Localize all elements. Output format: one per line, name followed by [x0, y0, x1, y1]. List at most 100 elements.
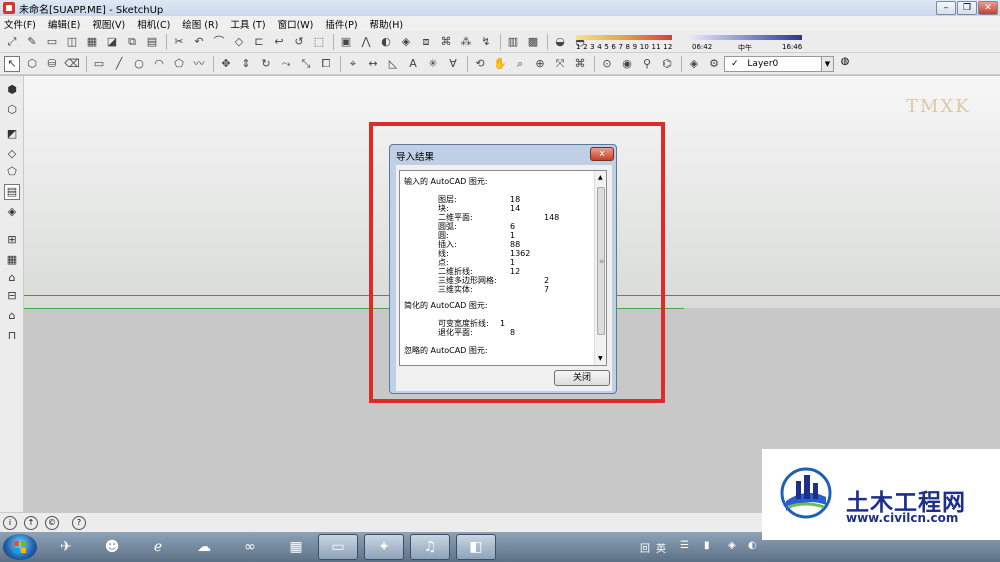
menu-file[interactable]: 文件(F) — [4, 17, 36, 31]
menu-tools[interactable]: 工具 (T) — [230, 17, 265, 31]
taskbar-plugin-icon[interactable]: ✦ — [364, 534, 404, 560]
xray-icon[interactable]: ◈ — [686, 56, 702, 72]
help-icon[interactable]: ? — [72, 516, 86, 530]
plugin-tool-14-icon[interactable]: ↩ — [271, 34, 287, 50]
plugin-tool-26-icon[interactable]: ▩ — [525, 34, 541, 50]
rectangle-tool-icon[interactable]: ▭ — [91, 56, 107, 72]
tray-settings-icon[interactable]: ◈ — [728, 540, 736, 551]
tray-language[interactable]: 英 — [656, 540, 666, 555]
geo-location-icon[interactable]: ↑ — [24, 516, 38, 530]
axes-tool-icon[interactable]: ✳ — [425, 56, 441, 72]
circle-tool-icon[interactable]: ○ — [131, 56, 147, 72]
front-view-icon[interactable]: ◩ — [4, 126, 20, 142]
shadow-toggle-icon[interactable]: ◒ — [552, 34, 568, 50]
polygon-tool-icon[interactable]: ⬠ — [171, 56, 187, 72]
plugin-tool-25-icon[interactable]: ▥ — [505, 34, 521, 50]
plugin-tool-24-icon[interactable]: ↯ — [478, 34, 494, 50]
plugin-tool-22-icon[interactable]: ⌘ — [438, 34, 454, 50]
text-tool-icon[interactable]: A — [405, 56, 421, 72]
tape-measure-icon[interactable]: ⌖ — [345, 56, 361, 72]
plugin-tool-16-icon[interactable]: ⬚ — [311, 34, 327, 50]
taskbar-video-icon[interactable]: ▦ — [276, 534, 316, 560]
back-view-icon[interactable]: ⬠ — [4, 164, 20, 180]
zoom-extents-icon[interactable]: ⤧ — [552, 56, 568, 72]
select-tool-icon[interactable]: ↖ — [4, 55, 20, 72]
menu-camera[interactable]: 相机(C) — [137, 17, 170, 31]
look-around-icon[interactable]: ◉ — [619, 56, 635, 72]
chevron-down-icon[interactable]: ▼ — [821, 57, 833, 71]
taskbar-ie-icon[interactable]: ℯ — [138, 534, 178, 560]
month-slider[interactable] — [576, 35, 672, 40]
zoom-tool-icon[interactable]: ⌕ — [512, 56, 528, 72]
shadow-settings[interactable]: 1 2 3 4 5 6 7 8 9 10 11 12 06:42 中午 16:4… — [576, 33, 802, 53]
taskbar-sync-icon[interactable]: ∞ — [230, 534, 270, 560]
zoom-window-icon[interactable]: ⊕ — [532, 56, 548, 72]
paint-bucket-icon[interactable]: ⛁ — [44, 56, 60, 72]
layer-dropdown[interactable]: ✓ Layer0 ▼ — [724, 56, 834, 72]
xray-style-icon[interactable]: ◈ — [4, 204, 20, 220]
plugin-tool-6-icon[interactable]: ◪ — [104, 34, 120, 50]
plugin-tool-4-icon[interactable]: ◫ — [64, 34, 80, 50]
menu-draw[interactable]: 绘图 (R) — [182, 17, 218, 31]
plugin-tool-21-icon[interactable]: ⧈ — [418, 34, 434, 50]
line-tool-icon[interactable]: ╱ — [111, 56, 127, 72]
results-textarea[interactable]: 输入的 AutoCAD 图元: 图层: 18 块: 14 二维平面: 148 圆… — [399, 170, 607, 366]
protractor-icon[interactable]: ◺ — [385, 56, 401, 72]
plugin-tool-7-icon[interactable]: ⧉ — [124, 34, 140, 50]
plugin-tool-5-icon[interactable]: ▦ — [84, 34, 100, 50]
push-pull-tool-icon[interactable]: ⇕ — [238, 56, 254, 72]
menu-help[interactable]: 帮助(H) — [370, 17, 404, 31]
plugin-tool-19-icon[interactable]: ◐ — [378, 34, 394, 50]
tray-sound-icon[interactable]: ◐ — [748, 540, 757, 551]
make-component-icon[interactable]: ⬡ — [24, 56, 40, 72]
scroll-thumb[interactable]: ≡ — [597, 187, 605, 335]
freehand-tool-icon[interactable]: 〰 — [191, 56, 207, 72]
follow-me-tool-icon[interactable]: ⤳ — [278, 56, 294, 72]
right-view-icon[interactable]: ◇ — [4, 146, 20, 162]
restore-button[interactable]: ❐ — [957, 1, 977, 15]
plugin-tool-23-icon[interactable]: ⁂ — [458, 34, 474, 50]
shaded-texture-icon[interactable]: ⊟ — [4, 288, 20, 304]
plugin-tool-15-icon[interactable]: ↺ — [291, 34, 307, 50]
3d-text-icon[interactable]: Ɐ — [445, 56, 461, 72]
plugin-tool-17-icon[interactable]: ▣ — [338, 34, 354, 50]
taskbar-app-1-icon[interactable]: ✈ — [46, 534, 86, 560]
shaded-icon[interactable]: ⌂ — [4, 270, 20, 286]
scroll-down-icon[interactable]: ▼ — [598, 355, 603, 362]
close-window-button[interactable]: ✕ — [978, 1, 998, 15]
plugin-tool-11-icon[interactable]: ⌒ — [211, 34, 227, 50]
settings-gear-icon[interactable]: ⚙ — [706, 56, 722, 72]
time-slider[interactable] — [690, 35, 802, 40]
minimize-button[interactable]: – — [936, 1, 956, 15]
results-scrollbar[interactable]: ▲ ≡ ▼ — [594, 171, 606, 365]
previous-view-icon[interactable]: ⌘ — [572, 56, 588, 72]
start-button[interactable] — [3, 534, 37, 560]
battery-icon[interactable]: ▮ — [704, 540, 710, 551]
plugin-tool-10-icon[interactable]: ↶ — [191, 34, 207, 50]
tray-ime-icon[interactable]: 回 — [640, 540, 650, 555]
iso-view-icon[interactable]: ⬢ — [4, 82, 20, 98]
scale-tool-icon[interactable]: ⤡ — [298, 56, 314, 72]
orbit-tool-icon[interactable]: ⟲ — [472, 56, 488, 72]
plugin-tool-8-icon[interactable]: ▤ — [144, 34, 160, 50]
scroll-up-icon[interactable]: ▲ — [598, 174, 603, 181]
credits-icon[interactable]: © — [45, 516, 59, 530]
plugin-tool-9-icon[interactable]: ✂ — [171, 34, 187, 50]
dimension-tool-icon[interactable]: ↔ — [365, 56, 381, 72]
taskbar-explorer-icon[interactable]: ▭ — [318, 534, 358, 560]
taskbar-music-icon[interactable]: ♫ — [410, 534, 450, 560]
taskbar-sketchup-icon[interactable]: ◧ — [456, 534, 496, 560]
hidden-line-icon[interactable]: ▦ — [4, 252, 20, 268]
arc-tool-icon[interactable]: ◠ — [151, 56, 167, 72]
dialog-close-icon[interactable]: x — [590, 147, 614, 161]
rotate-tool-icon[interactable]: ↻ — [258, 56, 274, 72]
pan-tool-icon[interactable]: ✋ — [492, 56, 508, 72]
house-icon[interactable]: ⊓ — [4, 328, 20, 344]
menu-plugins[interactable]: 插件(P) — [325, 17, 357, 31]
plugin-tool-13-icon[interactable]: ⊏ — [251, 34, 267, 50]
plugin-tool-3-icon[interactable]: ▭ — [44, 34, 60, 50]
move-tool-icon[interactable]: ✥ — [218, 56, 234, 72]
info-icon[interactable]: i — [3, 516, 17, 530]
top-view-icon[interactable]: ⬡ — [4, 102, 20, 118]
left-view-icon[interactable]: ▤ — [4, 184, 20, 200]
